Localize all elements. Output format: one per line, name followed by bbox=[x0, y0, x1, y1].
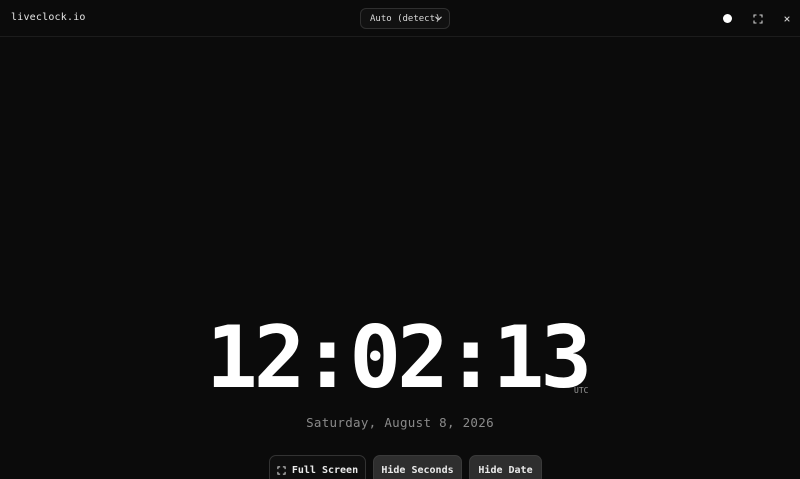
timezone-select[interactable]: Auto (detect) bbox=[360, 8, 450, 29]
hide-seconds-button[interactable]: Hide Seconds bbox=[373, 455, 462, 479]
hide-date-button[interactable]: Hide Date bbox=[469, 455, 542, 479]
timezone-select-value: Auto (detect) bbox=[370, 13, 441, 24]
fullscreen-icon bbox=[277, 465, 286, 475]
hide-seconds-label: Hide Seconds bbox=[381, 464, 454, 476]
brand-logo[interactable]: liveclock.io bbox=[11, 12, 86, 23]
clock-time: 12:02:13 bbox=[206, 308, 592, 408]
fullscreen-icon bbox=[752, 13, 763, 24]
date-text: Saturday, August 8, 2026 bbox=[306, 415, 494, 430]
fullscreen-action-button[interactable]: Full Screen bbox=[269, 455, 366, 479]
close-button[interactable] bbox=[779, 11, 794, 26]
clock-display: 12:02:13 UTC bbox=[0, 308, 800, 408]
chevron-down-icon bbox=[435, 16, 442, 21]
hide-date-label: Hide Date bbox=[478, 464, 533, 476]
fullscreen-button[interactable] bbox=[750, 11, 765, 26]
top-bar: liveclock.io Auto (detect) bbox=[0, 0, 800, 37]
close-icon bbox=[783, 15, 790, 22]
page: liveclock.io Auto (detect) 12:02:13 UTC … bbox=[0, 0, 800, 479]
timezone-label: UTC bbox=[574, 386, 589, 395]
fullscreen-action-label: Full Screen bbox=[291, 464, 359, 476]
theme-toggle-icon bbox=[723, 14, 732, 23]
action-bar: Full Screen Hide Seconds Hide Date bbox=[0, 455, 800, 479]
theme-toggle-button[interactable] bbox=[720, 11, 735, 26]
